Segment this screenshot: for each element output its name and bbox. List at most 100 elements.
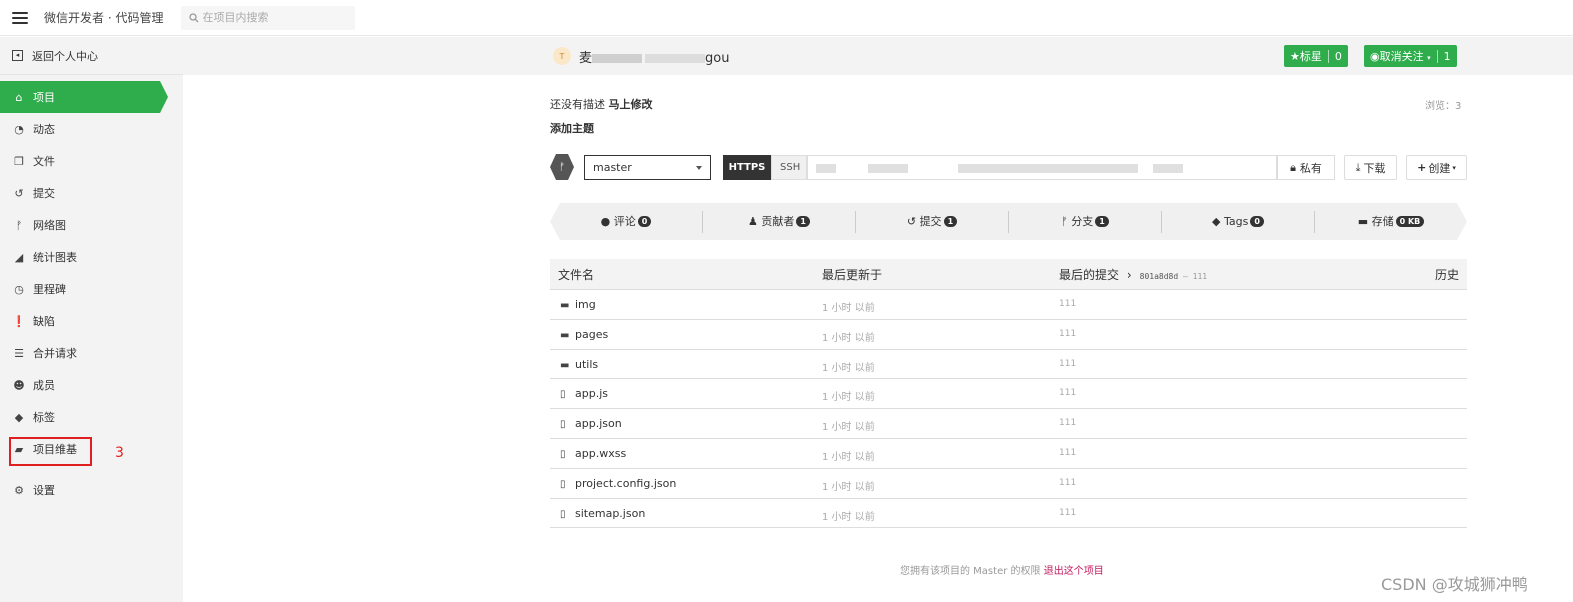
clone-url-field[interactable] bbox=[807, 155, 1277, 180]
updated-time: 1 小时 以前 bbox=[822, 392, 875, 404]
private-badge: 🔒︎ 私有 bbox=[1277, 155, 1335, 180]
user-icon: ♟ bbox=[748, 214, 758, 228]
project-header: T 麦 gou ★标星 0 ◉取消关注 ▾ 1 bbox=[183, 37, 1573, 75]
branch-icon: ᚠ bbox=[15, 218, 23, 232]
commit-message-link[interactable]: 111 bbox=[1059, 418, 1076, 428]
unwatch-button[interactable]: ◉取消关注 ▾ 1 bbox=[1364, 45, 1457, 67]
download-icon: ⤓ bbox=[1355, 160, 1361, 174]
sidebar-item-charts[interactable]: ◢ 统计图表 bbox=[0, 241, 183, 273]
stat-storage[interactable]: ▬ 存储 0 KB bbox=[1315, 211, 1467, 233]
sidebar-item-label: 动态 bbox=[33, 123, 55, 136]
table-row[interactable]: ▬ pages 1 小时 以前 111 bbox=[550, 320, 1467, 350]
file-icon: ▯ bbox=[560, 478, 566, 490]
sidebar-item-network[interactable]: ᚠ 网络图 bbox=[0, 209, 183, 241]
file-icon: ▯ bbox=[560, 419, 566, 431]
sidebar-item-merge-requests[interactable]: ☰ 合并请求 bbox=[0, 337, 183, 369]
create-button[interactable]: + 创建 ▾ bbox=[1406, 155, 1467, 180]
commit-message-link[interactable]: 111 bbox=[1059, 508, 1076, 518]
sidebar-item-members[interactable]: ☻ 成员 bbox=[0, 369, 183, 401]
file-name-link[interactable]: ▯ app.json bbox=[560, 417, 622, 430]
stat-label: Tags bbox=[1224, 214, 1249, 228]
tag-icon: ◆ bbox=[1212, 214, 1221, 228]
commit-sha[interactable]: 801a8d8d bbox=[1140, 272, 1179, 281]
table-row[interactable]: ▯ project.config.json 1 小时 以前 111 bbox=[550, 469, 1467, 499]
add-topic-link[interactable]: 添加主题 bbox=[550, 120, 594, 136]
commit-message-link[interactable]: 111 bbox=[1059, 448, 1076, 458]
file-name-link[interactable]: ▯ app.wxss bbox=[560, 447, 626, 460]
col-header-name: 文件名 bbox=[558, 267, 595, 282]
project-name-suffix: gou bbox=[705, 51, 730, 66]
stat-label: 存储 bbox=[1371, 214, 1394, 228]
star-button[interactable]: ★标星 0 bbox=[1284, 45, 1348, 67]
search-input[interactable] bbox=[202, 11, 353, 24]
col-header-last-commit: 最后的提交 › 801a8d8d – 111 bbox=[1059, 267, 1208, 282]
redacted-text bbox=[958, 164, 1138, 173]
no-description-text: 还没有描述 bbox=[550, 98, 605, 111]
sidebar-item-settings[interactable]: ⚙ 设置 bbox=[0, 474, 183, 506]
sidebar-item-commits[interactable]: ↺ 提交 bbox=[0, 177, 183, 209]
table-row[interactable]: ▯ app.json 1 小时 以前 111 bbox=[550, 409, 1467, 439]
commit-message-link[interactable]: 111 bbox=[1059, 359, 1076, 369]
sidebar-item-milestones[interactable]: ◷ 里程碑 bbox=[0, 273, 183, 305]
ssh-toggle[interactable]: SSH bbox=[771, 155, 807, 180]
table-row[interactable]: ▯ app.js 1 小时 以前 111 bbox=[550, 379, 1467, 410]
file-name-link[interactable]: ▬ img bbox=[560, 298, 596, 311]
project-name[interactable]: 麦 gou bbox=[579, 47, 729, 66]
file-name-link[interactable]: ▬ pages bbox=[560, 328, 608, 341]
file-name-link[interactable]: ▬ utils bbox=[560, 358, 598, 371]
sidebar-item-labels[interactable]: ◆ 标签 bbox=[0, 401, 183, 433]
sidebar-item-activity[interactable]: ◔ 动态 bbox=[0, 113, 183, 145]
table-header: 文件名 最后更新于 最后的提交 › 801a8d8d – 111 历史 bbox=[550, 259, 1467, 290]
sidebar-item-project[interactable]: ⌂ 项目 bbox=[0, 81, 168, 113]
folder-icon: ▬ bbox=[560, 329, 570, 341]
stat-commits[interactable]: ↺ 提交 1 bbox=[856, 211, 1009, 233]
updated-time: 1 小时 以前 bbox=[822, 511, 875, 523]
table-row[interactable]: ▬ utils 1 小时 以前 111 bbox=[550, 350, 1467, 380]
file-name-link[interactable]: ▯ sitemap.json bbox=[560, 507, 645, 520]
back-to-profile-link[interactable]: ◂ 返回个人中心 bbox=[0, 37, 183, 75]
file-name-link[interactable]: ▯ app.js bbox=[560, 387, 608, 400]
stat-count: 0 bbox=[1250, 216, 1264, 227]
stat-count: 0 KB bbox=[1396, 216, 1425, 227]
sidebar-item-label: 缺陷 bbox=[33, 315, 55, 328]
table-row[interactable]: ▯ app.wxss 1 小时 以前 111 bbox=[550, 439, 1467, 469]
folder-icon: ▬ bbox=[560, 359, 570, 371]
back-label: 返回个人中心 bbox=[32, 49, 98, 63]
menu-icon[interactable] bbox=[12, 11, 28, 24]
table-row[interactable]: ▬ img 1 小时 以前 111 bbox=[550, 290, 1467, 320]
file-name: project.config.json bbox=[575, 476, 677, 490]
sidebar-item-label: 文件 bbox=[33, 155, 55, 168]
commit-message: 111 bbox=[1192, 271, 1208, 281]
commit-message-link[interactable]: 111 bbox=[1059, 299, 1076, 309]
history-link[interactable]: 历史 bbox=[1435, 266, 1459, 283]
stat-branches[interactable]: ᚠ 分支 1 bbox=[1009, 211, 1162, 233]
leave-project-link[interactable]: 退出这个项目 bbox=[1044, 566, 1104, 577]
branch-select[interactable]: master bbox=[584, 155, 711, 180]
views-count: 浏览：3 bbox=[1425, 97, 1461, 112]
file-name-link[interactable]: ▯ project.config.json bbox=[560, 477, 676, 490]
back-icon: ◂ bbox=[12, 50, 23, 61]
sidebar-item-issues[interactable]: ❗ 缺陷 bbox=[0, 305, 183, 337]
branch-value: master bbox=[593, 161, 632, 174]
table-row[interactable]: ▯ sitemap.json 1 小时 以前 111 bbox=[550, 499, 1467, 529]
commit-message-link[interactable]: 111 bbox=[1059, 329, 1076, 339]
sidebar-item-files[interactable]: ❐ 文件 bbox=[0, 145, 183, 177]
stat-count: 1 bbox=[944, 216, 958, 227]
search-box[interactable] bbox=[181, 5, 356, 30]
download-button[interactable]: ⤓ 下载 bbox=[1344, 155, 1397, 180]
commit-message-link[interactable]: 111 bbox=[1059, 388, 1076, 398]
watermark: CSDN @攻城狮冲鸭 bbox=[1381, 575, 1528, 594]
exclamation-icon: ❗ bbox=[12, 314, 26, 328]
settings-highlight-box bbox=[9, 437, 92, 466]
stat-tags[interactable]: ◆ Tags 0 bbox=[1162, 211, 1315, 233]
commit-message-link[interactable]: 111 bbox=[1059, 478, 1076, 488]
star-label: 标星 bbox=[1299, 50, 1322, 63]
plus-icon: + bbox=[1417, 161, 1427, 174]
stat-comments[interactable]: ● 评论 0 bbox=[550, 211, 703, 233]
https-toggle[interactable]: HTTPS bbox=[723, 155, 771, 180]
home-icon: ⌂ bbox=[15, 90, 23, 104]
history-icon: ↺ bbox=[906, 214, 917, 228]
stat-contributors[interactable]: ♟ 贡献者 1 bbox=[703, 211, 856, 233]
edit-description-link[interactable]: 马上修改 bbox=[609, 98, 653, 111]
top-bar: 微信开发者 · 代码管理 bbox=[0, 0, 1573, 36]
